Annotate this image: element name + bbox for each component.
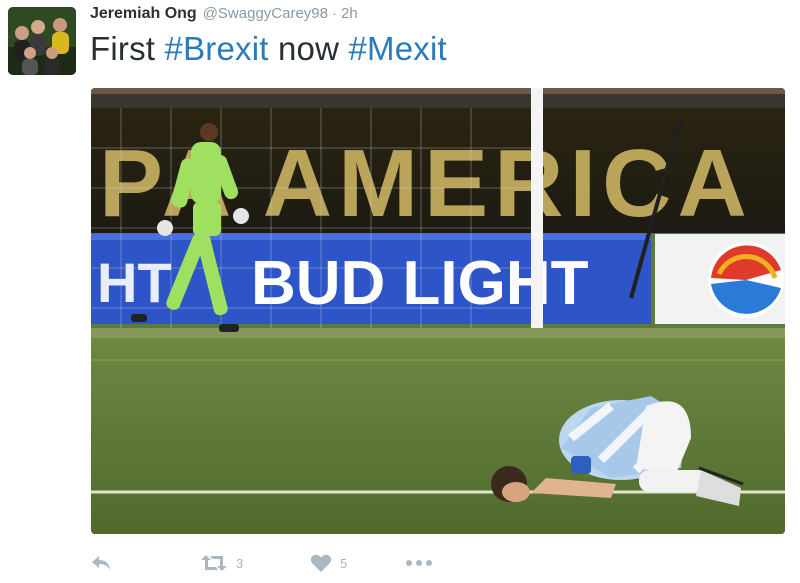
- avatar[interactable]: [8, 7, 76, 75]
- tweet-photo[interactable]: PA AMERICA HT BUD LIGHT: [91, 88, 785, 534]
- tweet-text: First #Brexit now #Mexit: [90, 30, 447, 68]
- tweet-header: Jeremiah Ong @SwaggyCarey98 · 2h: [90, 5, 358, 25]
- author-handle[interactable]: @SwaggyCarey98: [203, 5, 328, 22]
- hashtag-brexit[interactable]: #Brexit: [165, 30, 269, 67]
- tweet-timestamp[interactable]: 2h: [341, 5, 358, 22]
- reply-button[interactable]: [90, 554, 200, 572]
- tweet-text-middle: now: [268, 30, 349, 67]
- like-button[interactable]: 5: [310, 553, 405, 573]
- like-count: 5: [340, 555, 348, 571]
- reply-icon: [92, 556, 110, 570]
- avatar-image: [8, 7, 76, 75]
- header-separator: ·: [332, 5, 337, 22]
- more-button[interactable]: [405, 559, 433, 567]
- tweet-text-prefix: First: [90, 30, 165, 67]
- retweet-icon: [201, 555, 227, 571]
- sponsor-text-left: HT: [97, 251, 172, 314]
- author-name[interactable]: Jeremiah Ong: [90, 5, 197, 23]
- hashtag-mexit[interactable]: #Mexit: [349, 30, 447, 67]
- retweet-button[interactable]: 3: [200, 554, 310, 572]
- heart-icon: [310, 554, 332, 572]
- retweet-count: 3: [236, 555, 244, 571]
- tweet-actions: 3 5: [90, 548, 433, 578]
- more-dots-icon: [406, 560, 432, 566]
